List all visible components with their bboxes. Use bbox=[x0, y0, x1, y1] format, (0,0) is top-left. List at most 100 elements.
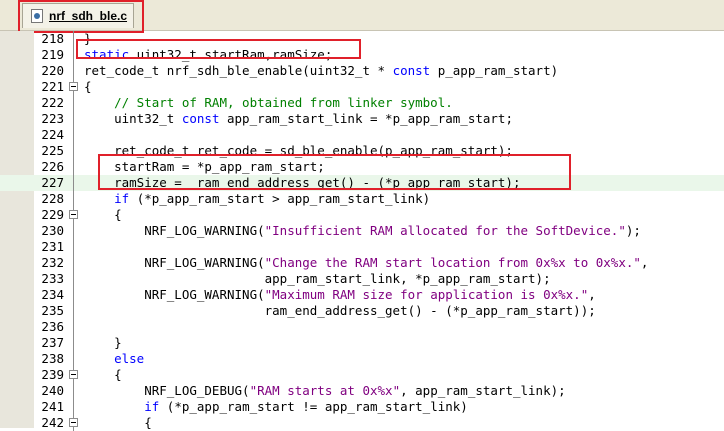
code-line[interactable]: 222 // Start of RAM, obtained from linke… bbox=[0, 95, 724, 111]
fold-guide-line bbox=[69, 399, 79, 415]
code-text: NRF_LOG_WARNING("Change the RAM start lo… bbox=[84, 255, 648, 271]
line-number: 240 bbox=[41, 383, 64, 398]
code-text: uint32_t const app_ram_start_link = *p_a… bbox=[84, 111, 513, 127]
code-token: , app_ram_start_link); bbox=[400, 383, 566, 398]
code-token: uint32_t startRam,ramSize; bbox=[129, 47, 333, 62]
code-text: NRF_LOG_WARNING("Maximum RAM size for ap… bbox=[84, 287, 596, 303]
line-number: 229 bbox=[41, 207, 64, 222]
line-number: 238 bbox=[41, 351, 64, 366]
code-line[interactable]: 233 app_ram_start_link, *p_app_ram_start… bbox=[0, 271, 724, 287]
code-token: , bbox=[588, 287, 596, 302]
code-line[interactable]: 240 NRF_LOG_DEBUG("RAM starts at 0x%x", … bbox=[0, 383, 724, 399]
fold-guide-line bbox=[69, 383, 79, 399]
code-token: , bbox=[640, 255, 649, 270]
fold-guide-line bbox=[69, 175, 79, 191]
code-token: uint32_t bbox=[84, 111, 182, 126]
code-text: startRam = *p_app_ram_start; bbox=[84, 159, 325, 175]
tab-nrf-sdh-ble-c[interactable]: nrf_sdh_ble.c bbox=[22, 3, 134, 28]
string-token: "RAM starts at 0x%x" bbox=[249, 383, 401, 398]
keyword-token: if bbox=[144, 399, 160, 414]
line-number: 225 bbox=[41, 143, 64, 158]
code-text: app_ram_start_link, *p_app_ram_start); bbox=[84, 271, 551, 287]
fold-guide-line bbox=[69, 351, 79, 367]
code-text: NRF_LOG_DEBUG("RAM starts at 0x%x", app_… bbox=[84, 383, 566, 399]
code-line[interactable]: 230 NRF_LOG_WARNING("Insufficient RAM al… bbox=[0, 223, 724, 239]
string-token: "Change the RAM start location from 0x%x… bbox=[264, 255, 641, 270]
code-editor[interactable]: 218} 219 static uint32_t startRam,ramSize;… bbox=[0, 31, 724, 431]
fold-guide-line bbox=[69, 191, 79, 207]
string-token: "Insufficient RAM allocated for the Soft… bbox=[264, 223, 626, 238]
code-line[interactable]: 224 bbox=[0, 127, 724, 143]
fold-guide-line bbox=[69, 335, 79, 351]
code-line[interactable]: 228 if (*p_app_ram_start > app_ram_start… bbox=[0, 191, 724, 207]
code-line[interactable]: 232 NRF_LOG_WARNING("Change the RAM star… bbox=[0, 255, 724, 271]
fold-guide-line bbox=[69, 159, 79, 175]
code-line[interactable]: 241 if (*p_app_ram_start != app_ram_star… bbox=[0, 399, 724, 415]
fold-guide-line bbox=[69, 143, 79, 159]
code-line[interactable]: 227 ramSize = ram_end_address_get() - (*… bbox=[0, 175, 724, 191]
line-number: 227 bbox=[41, 175, 64, 190]
code-token: { bbox=[84, 367, 122, 382]
code-line[interactable]: 242 { bbox=[0, 415, 724, 431]
code-line[interactable]: 225 ret_code_t ret_code = sd_ble_enable(… bbox=[0, 143, 724, 159]
code-line[interactable]: 239 { bbox=[0, 367, 724, 383]
line-number: 228 bbox=[41, 191, 64, 206]
code-text: } bbox=[84, 31, 92, 47]
code-line[interactable]: 229 { bbox=[0, 207, 724, 223]
comment-token: // Start of RAM, obtained from linker sy… bbox=[84, 95, 453, 110]
code-line[interactable]: 219 static uint32_t startRam,ramSize; bbox=[0, 47, 724, 63]
keyword-token: const bbox=[392, 63, 431, 78]
code-line[interactable]: 221 { bbox=[0, 79, 724, 95]
code-token: ram_end_address_get() - (*p_app_ram_star… bbox=[84, 303, 596, 318]
code-token: { bbox=[84, 207, 122, 222]
code-token: (*p_app_ram_start != app_ram_start_link) bbox=[159, 399, 468, 414]
code-text: ret_code_t nrf_sdh_ble_enable(uint32_t *… bbox=[84, 63, 558, 79]
line-number: 241 bbox=[41, 399, 64, 414]
fold-collapse-icon[interactable] bbox=[69, 415, 79, 431]
code-line[interactable]: 231 bbox=[0, 239, 724, 255]
code-line[interactable]: 235 ram_end_address_get() - (*p_app_ram_… bbox=[0, 303, 724, 319]
line-number: 226 bbox=[41, 159, 64, 174]
code-line[interactable]: 226 startRam = *p_app_ram_start; bbox=[0, 159, 724, 175]
fold-collapse-icon[interactable] bbox=[69, 79, 79, 95]
line-number: 218 bbox=[41, 31, 64, 46]
fold-guide-line bbox=[69, 47, 79, 63]
line-number: 219 bbox=[41, 47, 64, 62]
code-text: else bbox=[84, 351, 144, 367]
tab-label: nrf_sdh_ble.c bbox=[49, 9, 128, 23]
line-number: 220 bbox=[41, 63, 64, 78]
code-line[interactable]: 234 NRF_LOG_WARNING("Maximum RAM size fo… bbox=[0, 287, 724, 303]
code-line[interactable]: 236 bbox=[0, 319, 724, 335]
code-text: // Start of RAM, obtained from linker sy… bbox=[84, 95, 453, 111]
code-line[interactable]: 223 uint32_t const app_ram_start_link = … bbox=[0, 111, 724, 127]
keyword-token: static bbox=[84, 47, 130, 62]
code-line[interactable]: 237 } bbox=[0, 335, 724, 351]
fold-collapse-icon[interactable] bbox=[69, 367, 79, 383]
keyword-token: const bbox=[181, 111, 220, 126]
line-number: 224 bbox=[41, 127, 64, 142]
code-text: { bbox=[84, 207, 122, 223]
line-number: 233 bbox=[41, 271, 64, 286]
fold-guide-line bbox=[69, 319, 79, 335]
line-number: 222 bbox=[41, 95, 64, 110]
code-line[interactable]: 220 ret_code_t nrf_sdh_ble_enable(uint32_… bbox=[0, 63, 724, 79]
code-text: { bbox=[84, 79, 92, 95]
keyword-token: else bbox=[114, 351, 145, 366]
code-token: p_app_ram_start) bbox=[430, 63, 559, 78]
fold-guide-line bbox=[69, 127, 79, 143]
fold-collapse-icon[interactable] bbox=[69, 207, 79, 223]
code-line[interactable]: 238 else bbox=[0, 351, 724, 367]
code-text: ramSize = ram_end_address_get() - (*p_ap… bbox=[84, 175, 520, 191]
code-text: { bbox=[84, 367, 122, 383]
code-line[interactable]: 218} bbox=[0, 31, 724, 47]
line-number: 231 bbox=[41, 239, 64, 254]
fold-guide-line bbox=[69, 239, 79, 255]
c-file-icon bbox=[31, 9, 43, 23]
code-token: NRF_LOG_WARNING( bbox=[84, 287, 265, 302]
line-number: 236 bbox=[41, 319, 64, 334]
code-text: ram_end_address_get() - (*p_app_ram_star… bbox=[84, 303, 596, 319]
code-text: } bbox=[84, 335, 122, 351]
code-token: (*p_app_ram_start > app_ram_start_link) bbox=[129, 191, 431, 206]
